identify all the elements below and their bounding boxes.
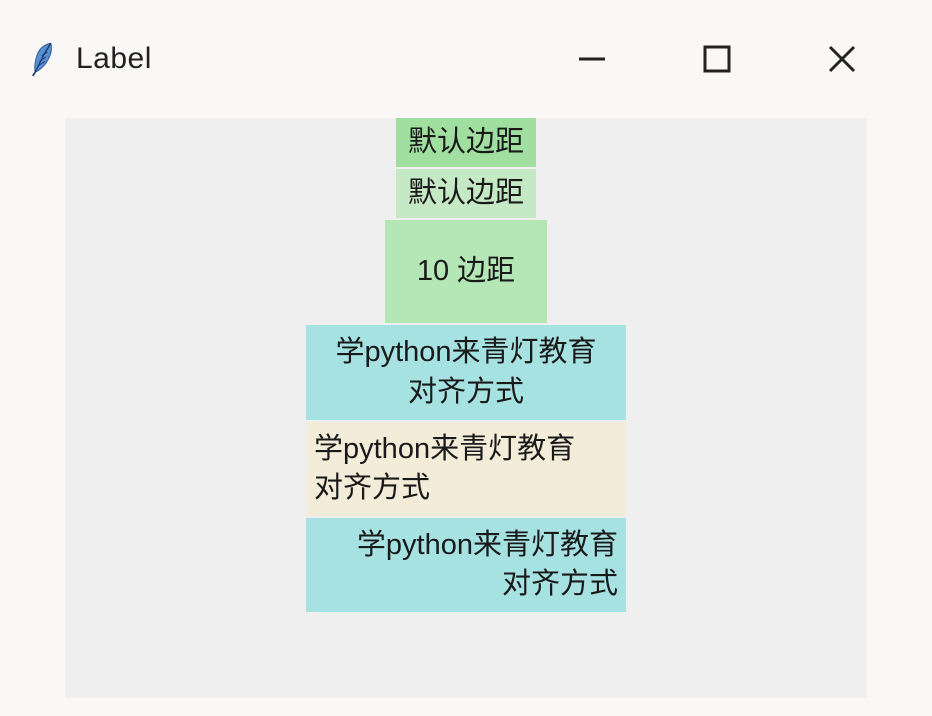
window-controls xyxy=(572,39,902,79)
close-button[interactable] xyxy=(822,39,862,79)
label-justify-left: 学python来青灯教育 对齐方式 xyxy=(306,422,626,516)
tk-feather-icon xyxy=(30,41,58,77)
window: Label 默认边距 默认边距 10 边距 xyxy=(0,0,932,716)
minimize-button[interactable] xyxy=(572,39,612,79)
titlebar-left: Label xyxy=(30,41,152,77)
window-title: Label xyxy=(76,42,152,76)
titlebar: Label xyxy=(0,0,932,118)
label-padding-10: 10 边距 xyxy=(385,220,547,323)
label-default-padding-2: 默认边距 xyxy=(396,169,536,218)
label-justify-center: 学python来青灯教育 对齐方式 xyxy=(306,325,626,419)
label-justify-right: 学python来青灯教育 对齐方式 xyxy=(306,518,626,612)
maximize-button[interactable] xyxy=(697,39,737,79)
client-area: 默认边距 默认边距 10 边距 学python来青灯教育 对齐方式 学pytho… xyxy=(65,118,867,698)
label-default-padding-1: 默认边距 xyxy=(396,118,536,167)
